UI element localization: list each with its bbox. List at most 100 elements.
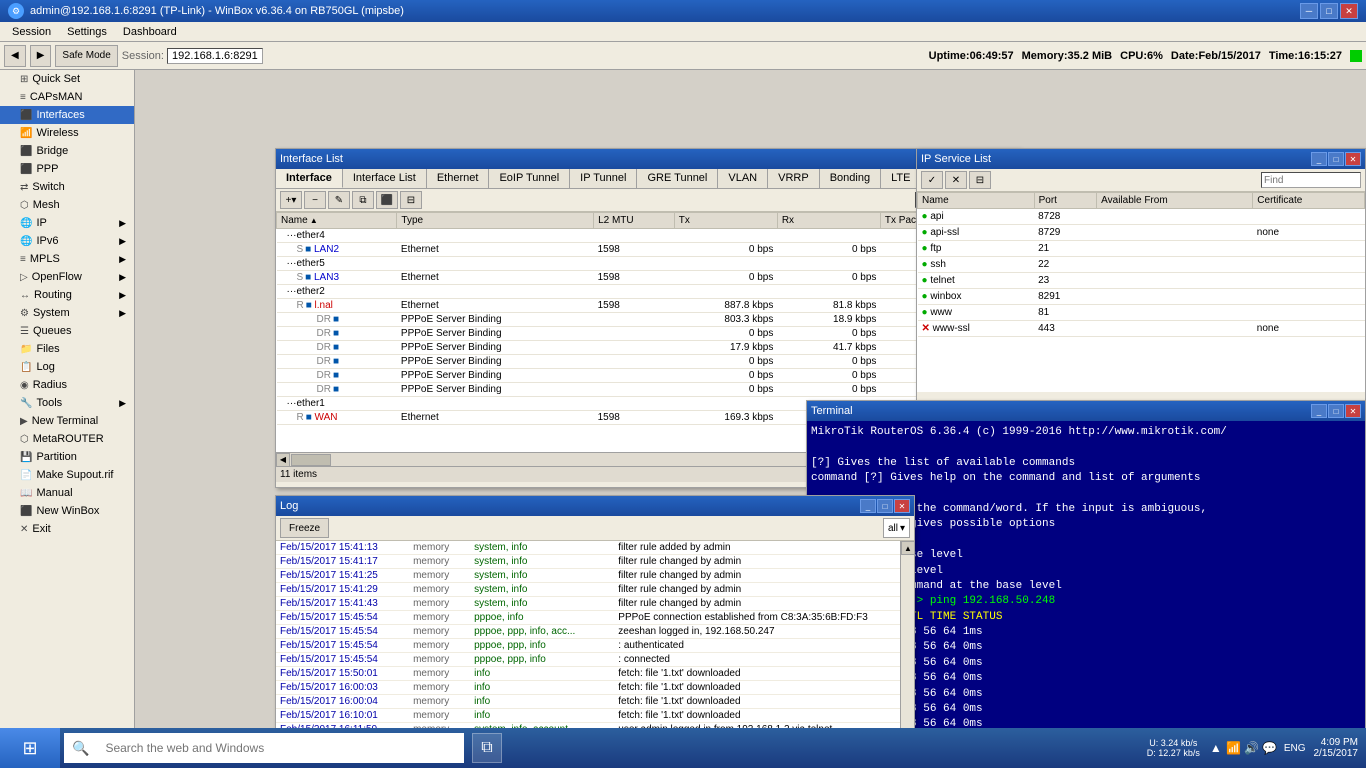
sidebar-item-wireless[interactable]: 📶 Wireless [0,124,134,142]
sidebar-item-new-winbox[interactable]: ⬛ New WinBox [0,502,134,520]
table-row[interactable]: R■ l.nal Ethernet 1598 887.8 kbps 81.8 k… [277,299,1019,313]
sidebar-item-queues[interactable]: ☰ Queues [0,322,134,340]
table-row[interactable]: ✕ www-ssl 443 none [918,321,1365,337]
table-row[interactable]: S■ LAN2 Ethernet 1598 0 bps 0 bps [277,243,1019,257]
close-btn[interactable]: ✕ [1340,3,1358,19]
start-btn[interactable]: ⊞ [0,728,60,768]
tray-network-icon[interactable]: 📶 [1226,740,1242,756]
ip-service-maximize[interactable]: □ [1328,152,1344,166]
table-row[interactable]: ···ether2 [277,285,1019,299]
table-row[interactable]: S■ LAN3 Ethernet 1598 0 bps 0 bps [277,271,1019,285]
tray-language[interactable]: ENG [1280,743,1310,754]
sidebar-item-radius[interactable]: ◉ Radius [0,376,134,394]
ip-service-filter-btn[interactable]: ⊟ [969,171,991,189]
log-minimize[interactable]: _ [860,499,876,513]
task-view-btn[interactable]: ⧉ [472,733,502,763]
list-item[interactable]: Feb/15/2017 15:41:17 memory system, info… [276,555,900,569]
table-row[interactable]: ● telnet 23 [918,273,1365,289]
ip-service-close[interactable]: ✕ [1345,152,1361,166]
col-tx[interactable]: Tx [674,213,777,229]
ip-service-find-input[interactable] [1261,172,1361,188]
tab-ethernet[interactable]: Ethernet [427,169,490,188]
col-type[interactable]: Type [397,213,594,229]
menu-session[interactable]: Session [4,24,59,40]
sidebar-item-quick-set[interactable]: ⊞ Quick Set [0,70,134,88]
col-rx[interactable]: Rx [777,213,880,229]
sidebar-item-interfaces[interactable]: ⬛ Interfaces [0,106,134,124]
scroll-thumb[interactable] [291,454,331,466]
sidebar-item-mpls[interactable]: ≡ MPLS ▶ [0,250,134,268]
col-l2mtu[interactable]: L2 MTU [594,213,675,229]
svc-col-certificate[interactable]: Certificate [1253,193,1365,209]
list-item[interactable]: Feb/15/2017 15:41:13 memory system, info… [276,541,900,555]
tab-interface[interactable]: Interface [276,169,343,188]
table-row[interactable]: ● www 81 [918,305,1365,321]
list-item[interactable]: Feb/15/2017 15:41:25 memory system, info… [276,569,900,583]
list-item[interactable]: Feb/15/2017 16:00:03 memory info fetch: … [276,681,900,695]
sidebar-item-make-supout[interactable]: 📄 Make Supout.rif [0,466,134,484]
tray-up-arrow[interactable]: ▲ [1208,740,1224,756]
ip-service-minimize[interactable]: _ [1311,152,1327,166]
log-maximize[interactable]: □ [877,499,893,513]
table-row[interactable]: ● api 8728 [918,209,1365,225]
sidebar-item-bridge[interactable]: ⬛ Bridge [0,142,134,160]
tab-interface-list[interactable]: Interface List [343,169,427,188]
sidebar-item-ppp[interactable]: ⬛ PPP [0,160,134,178]
table-row[interactable]: ● ftp 21 [918,241,1365,257]
list-item[interactable]: Feb/15/2017 15:45:54 memory pppoe, info … [276,611,900,625]
ip-service-disable-btn[interactable]: ✕ [945,171,967,189]
sidebar-item-ipv6[interactable]: 🌐 IPv6 ▶ [0,232,134,250]
sidebar-item-routing[interactable]: ↔ Routing ▶ [0,286,134,304]
filter-btn[interactable]: ⊟ [400,191,422,209]
table-row[interactable]: DR■ PPPoE Server Binding 0 bps 0 bps [277,327,1019,341]
sidebar-item-exit[interactable]: ✕ Exit [0,520,134,538]
list-item[interactable]: Feb/15/2017 15:50:01 memory info fetch: … [276,667,900,681]
col-name[interactable]: Name [277,213,397,229]
tab-vrrp[interactable]: VRRP [768,169,820,188]
list-item[interactable]: Feb/15/2017 15:45:54 memory pppoe, ppp, … [276,639,900,653]
back-btn[interactable]: ◀ [4,45,26,67]
sidebar-item-metarouter[interactable]: ⬡ MetaROUTER [0,430,134,448]
list-item[interactable]: Feb/15/2017 16:00:04 memory info fetch: … [276,695,900,709]
table-row[interactable]: DR■ PPPoE Server Binding 17.9 kbps 41.7 … [277,341,1019,355]
minimize-btn[interactable]: ─ [1300,3,1318,19]
svc-col-available[interactable]: Available From [1097,193,1253,209]
forward-btn[interactable]: ▶ [30,45,52,67]
table-row[interactable]: DR■ PPPoE Server Binding 0 bps 0 bps [277,383,1019,397]
sidebar-item-tools[interactable]: 🔧 Tools ▶ [0,394,134,412]
list-item[interactable]: Feb/15/2017 15:45:54 memory pppoe, ppp, … [276,625,900,639]
list-item[interactable]: Feb/15/2017 15:41:43 memory system, info… [276,597,900,611]
ip-service-enable-btn[interactable]: ✓ [921,171,943,189]
table-row[interactable]: ···ether4 [277,229,1019,243]
table-row[interactable]: ● winbox 8291 [918,289,1365,305]
remove-btn[interactable]: − [304,191,326,209]
terminal-minimize[interactable]: _ [1311,404,1327,418]
list-item[interactable]: Feb/15/2017 16:10:01 memory info fetch: … [276,709,900,723]
sidebar-item-switch[interactable]: ⇄ Switch [0,178,134,196]
sidebar-item-manual[interactable]: 📖 Manual [0,484,134,502]
sidebar-item-new-terminal[interactable]: ▶ New Terminal [0,412,134,430]
sidebar-item-mesh[interactable]: ⬡ Mesh [0,196,134,214]
add-btn[interactable]: +▾ [280,191,302,209]
tab-gre-tunnel[interactable]: GRE Tunnel [637,169,718,188]
table-row[interactable]: ···ether5 [277,257,1019,271]
table-row[interactable]: DR■ PPPoE Server Binding 0 bps 0 bps [277,355,1019,369]
log-close[interactable]: ✕ [894,499,910,513]
svc-col-port[interactable]: Port [1034,193,1097,209]
edit-btn[interactable]: ✎ [328,191,350,209]
tray-message-icon[interactable]: 💬 [1262,740,1278,756]
maximize-btn[interactable]: □ [1320,3,1338,19]
tab-ip-tunnel[interactable]: IP Tunnel [570,169,637,188]
tab-bonding[interactable]: Bonding [820,169,881,188]
taskbar-search-input[interactable] [97,733,464,763]
copy-btn[interactable]: ⧉ [352,191,374,209]
terminal-close[interactable]: ✕ [1345,404,1361,418]
tab-eoip-tunnel[interactable]: EoIP Tunnel [489,169,570,188]
table-row[interactable]: ● api-ssl 8729 none [918,225,1365,241]
tray-volume-icon[interactable]: 🔊 [1244,740,1260,756]
paste-btn[interactable]: ⬛ [376,191,398,209]
sidebar-item-partition[interactable]: 💾 Partition [0,448,134,466]
freeze-btn[interactable]: Freeze [280,518,329,538]
log-scroll-up[interactable]: ▲ [901,541,915,555]
sidebar-item-system[interactable]: ⚙ System ▶ [0,304,134,322]
